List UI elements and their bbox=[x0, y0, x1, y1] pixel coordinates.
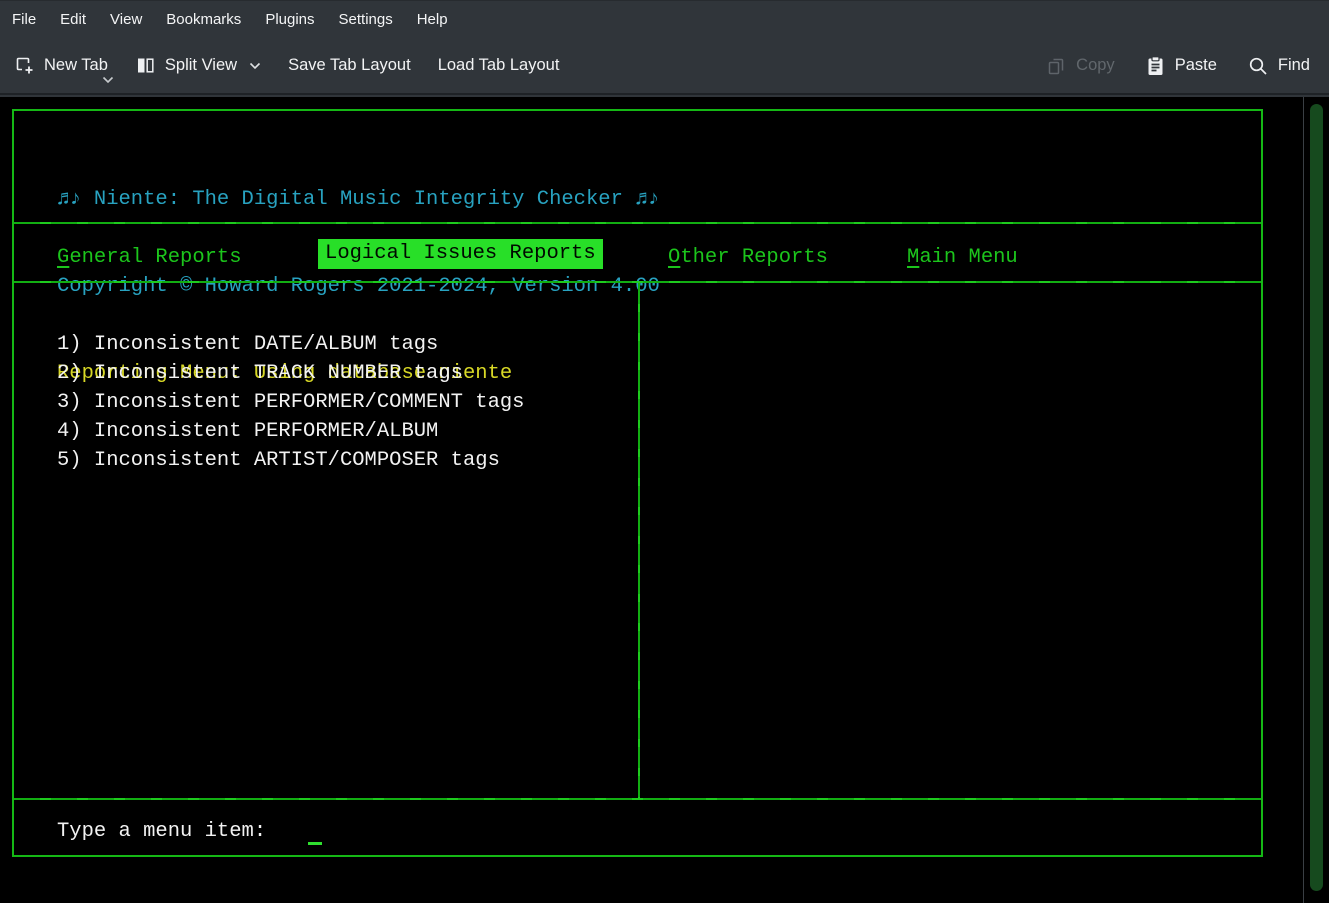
menu-file[interactable]: File bbox=[0, 1, 48, 38]
copy-button[interactable]: Copy bbox=[1045, 55, 1115, 77]
load-tab-layout-button[interactable]: Load Tab Layout bbox=[438, 56, 560, 75]
scrollbar-track-divider bbox=[1303, 97, 1304, 903]
report-menu: 1) Inconsistent DATE/ALBUM tags2) Incons… bbox=[57, 330, 524, 475]
scrollbar-thumb[interactable] bbox=[1310, 104, 1323, 891]
chevron-down-icon bbox=[102, 70, 114, 89]
toolbar-button-label: New Tab bbox=[44, 56, 108, 75]
menu-plugins[interactable]: Plugins bbox=[253, 1, 326, 38]
copy-icon bbox=[1045, 55, 1067, 77]
chevron-down-icon bbox=[249, 62, 261, 70]
text-cursor[interactable] bbox=[308, 842, 322, 845]
new-tab-button[interactable]: New Tab bbox=[14, 55, 108, 76]
tab-logical-issues-reports[interactable]: Logical Issues Reports bbox=[318, 239, 603, 269]
menu-edit[interactable]: Edit bbox=[48, 1, 98, 38]
copyright-line: Copyright © Howard Rogers 2021-2024, Ver… bbox=[57, 272, 660, 301]
terminal-screen[interactable]: ♬♪ Niente: The Digital Music Integrity C… bbox=[0, 97, 1329, 903]
separator bbox=[14, 222, 1261, 224]
menu-item-2[interactable]: 2) Inconsistent TRACK NUMBER tags bbox=[57, 359, 524, 388]
toolbar-button-label: Paste bbox=[1175, 56, 1217, 75]
tui-frame: ♬♪ Niente: The Digital Music Integrity C… bbox=[12, 109, 1263, 857]
tab-general-reports[interactable]: General Reports bbox=[57, 243, 242, 273]
split-view-button[interactable]: Split View bbox=[135, 55, 261, 76]
find-button[interactable]: Find bbox=[1247, 55, 1310, 77]
paste-button[interactable]: Paste bbox=[1145, 55, 1217, 77]
toolbar: New Tab Split View Save Tab Layout Load Tab… bbox=[0, 38, 1329, 95]
menu-item-4[interactable]: 4) Inconsistent PERFORMER/ALBUM bbox=[57, 417, 524, 446]
menu-item-1[interactable]: 1) Inconsistent DATE/ALBUM tags bbox=[57, 330, 524, 359]
save-tab-layout-button[interactable]: Save Tab Layout bbox=[288, 56, 411, 75]
panel-divider bbox=[638, 283, 640, 798]
menu-bookmarks[interactable]: Bookmarks bbox=[154, 1, 253, 38]
find-icon bbox=[1247, 55, 1269, 77]
split-view-icon bbox=[135, 55, 156, 76]
new-tab-icon bbox=[14, 55, 35, 76]
menu-help[interactable]: Help bbox=[405, 1, 460, 38]
menu-item-3[interactable]: 3) Inconsistent PERFORMER/COMMENT tags bbox=[57, 388, 524, 417]
app-title: ♬♪ Niente: The Digital Music Integrity C… bbox=[57, 185, 660, 214]
tab-other-reports[interactable]: Other Reports bbox=[668, 243, 828, 273]
tab-main-menu[interactable]: Main Menu bbox=[907, 243, 1018, 273]
toolbar-button-label: Load Tab Layout bbox=[438, 56, 560, 75]
toolbar-button-label: Save Tab Layout bbox=[288, 56, 411, 75]
menu-prompt[interactable]: Type a menu item: bbox=[57, 817, 266, 846]
menu-view[interactable]: View bbox=[98, 1, 154, 38]
menu-bar: FileEditViewBookmarksPluginsSettingsHelp bbox=[0, 0, 1329, 38]
separator bbox=[14, 798, 1261, 800]
menu-item-5[interactable]: 5) Inconsistent ARTIST/COMPOSER tags bbox=[57, 446, 524, 475]
toolbar-button-label: Split View bbox=[165, 56, 237, 75]
paste-icon bbox=[1145, 55, 1166, 77]
toolbar-button-label: Copy bbox=[1076, 56, 1115, 75]
menu-settings[interactable]: Settings bbox=[327, 1, 405, 38]
toolbar-button-label: Find bbox=[1278, 56, 1310, 75]
